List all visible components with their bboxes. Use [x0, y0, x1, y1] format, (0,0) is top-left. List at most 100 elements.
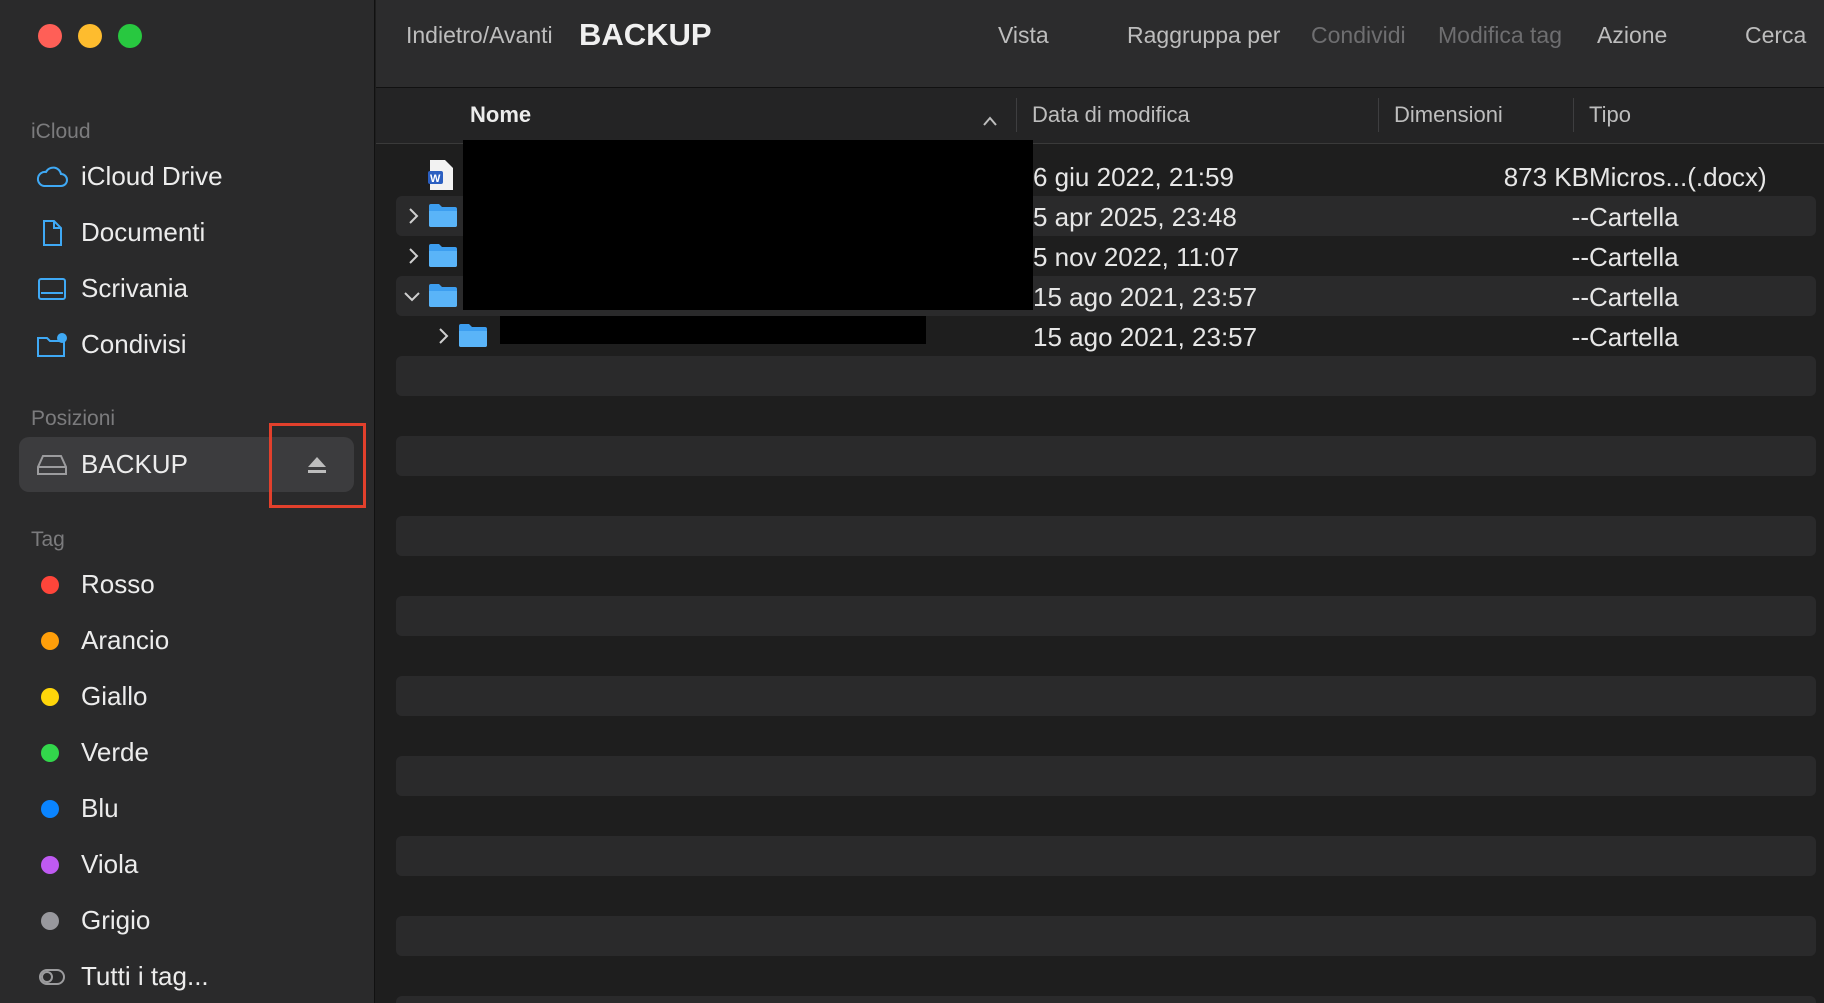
- row-stripe: [396, 436, 1816, 476]
- zoom-button[interactable]: [118, 24, 142, 48]
- folder-icon: [428, 242, 458, 275]
- file-size: --: [1571, 242, 1589, 272]
- search-button[interactable]: Cerca: [1745, 22, 1806, 49]
- tag-rosso[interactable]: Rosso: [19, 557, 354, 612]
- gray-dot-icon: [41, 911, 59, 930]
- tag-arancio[interactable]: Arancio: [19, 613, 354, 668]
- svg-text:W: W: [430, 173, 441, 185]
- section-title-locations: Posizioni: [31, 407, 116, 430]
- sidebar-item-label: Tutti i tag...: [81, 961, 209, 991]
- sidebar-item-label: Giallo: [81, 681, 148, 711]
- document-icon: [35, 218, 69, 248]
- yellow-dot-icon: [41, 687, 59, 706]
- tag-viola[interactable]: Viola: [19, 837, 354, 892]
- column-size[interactable]: Dimensioni: [1394, 102, 1503, 128]
- modified-date: 15 ago 2021, 23:57: [1033, 282, 1258, 312]
- all-tags-icon: [35, 962, 69, 992]
- action-button[interactable]: Azione: [1597, 22, 1667, 49]
- eject-highlight-box: [269, 423, 366, 508]
- chevron-right-icon[interactable]: [404, 204, 424, 228]
- file-size: --: [1571, 322, 1589, 352]
- share-button[interactable]: Condividi: [1311, 22, 1406, 49]
- row-stripe: [396, 516, 1816, 556]
- column-divider[interactable]: [1573, 98, 1574, 132]
- sidebar-item-condivisi[interactable]: Condivisi: [19, 317, 354, 372]
- back-forward-button[interactable]: Indietro/Avanti: [406, 22, 553, 49]
- modified-date: 5 nov 2022, 11:07: [1033, 242, 1240, 272]
- folder-icon: [428, 202, 458, 235]
- drive-icon: [35, 450, 69, 480]
- close-button[interactable]: [38, 24, 62, 48]
- section-title-tags: Tag: [31, 528, 65, 551]
- sidebar-item-label: Arancio: [81, 625, 170, 655]
- redacted-file-name: [500, 316, 926, 344]
- minimize-button[interactable]: [78, 24, 102, 48]
- chevron-right-icon[interactable]: [434, 324, 454, 348]
- column-header: Nome Data di modifica Dimensioni Tipo: [376, 88, 1824, 144]
- sidebar-item-label: Blu: [81, 793, 119, 823]
- sidebar-item-label: Verde: [81, 737, 149, 767]
- tag-verde[interactable]: Verde: [19, 725, 354, 780]
- row-stripe: [396, 756, 1816, 796]
- file-size: --: [1571, 282, 1589, 312]
- view-button[interactable]: Vista: [998, 22, 1049, 49]
- window-title: BACKUP: [579, 17, 712, 52]
- file-size: 873 KB: [1503, 162, 1589, 192]
- section-title-icloud: iCloud: [31, 120, 91, 143]
- sidebar-item-icloud-drive[interactable]: iCloud Drive: [19, 149, 354, 204]
- row-stripe: [396, 676, 1816, 716]
- cloud-icon: [35, 162, 69, 192]
- modified-date: 15 ago 2021, 23:57: [1033, 322, 1258, 352]
- file-kind: Cartella: [1589, 322, 1679, 352]
- sidebar-item-label: Condivisi: [81, 329, 187, 359]
- modified-date: 6 giu 2022, 21:59: [1033, 162, 1234, 192]
- chevron-right-icon[interactable]: [404, 244, 424, 268]
- sidebar-item-scrivania[interactable]: Scrivania: [19, 261, 354, 316]
- column-name[interactable]: Nome: [470, 102, 531, 128]
- word-document-icon: W: [428, 159, 454, 198]
- chevron-down-icon[interactable]: [402, 284, 422, 308]
- sort-ascending-icon[interactable]: [982, 106, 998, 132]
- tag-all-tags[interactable]: Tutti i tag...: [19, 949, 354, 1003]
- column-modified[interactable]: Data di modifica: [1032, 102, 1190, 128]
- folder-icon: [428, 282, 458, 315]
- purple-dot-icon: [41, 855, 59, 874]
- desktop-icon: [35, 274, 69, 304]
- sidebar-item-label: BACKUP: [81, 449, 188, 479]
- file-list: W 6 giu 2022, 21:59 873 KB Micros...(.do…: [376, 140, 1824, 1003]
- sidebar-item-label: iCloud Drive: [81, 161, 223, 191]
- sidebar-item-documenti[interactable]: Documenti: [19, 205, 354, 260]
- column-kind[interactable]: Tipo: [1589, 102, 1631, 128]
- column-divider[interactable]: [1378, 98, 1379, 132]
- toolbar: Indietro/Avanti BACKUP Vista Raggruppa p…: [376, 0, 1824, 88]
- row-stripe: [396, 916, 1816, 956]
- red-dot-icon: [41, 575, 59, 594]
- column-divider[interactable]: [1016, 98, 1017, 132]
- row-stripe: [396, 596, 1816, 636]
- file-kind: Cartella: [1589, 202, 1679, 232]
- sidebar-item-label: Scrivania: [81, 273, 188, 303]
- modified-date: 5 apr 2025, 23:48: [1033, 202, 1237, 232]
- sidebar: iCloud iCloud Drive Documenti Scrivania …: [0, 0, 375, 1003]
- tag-blu[interactable]: Blu: [19, 781, 354, 836]
- group-by-button[interactable]: Raggruppa per: [1127, 22, 1280, 49]
- edit-tags-button[interactable]: Modifica tag: [1438, 22, 1562, 49]
- folder-icon: [458, 322, 488, 355]
- file-kind: Cartella: [1589, 282, 1679, 312]
- row-stripe: [396, 996, 1816, 1003]
- blue-dot-icon: [41, 799, 59, 818]
- orange-dot-icon: [41, 631, 59, 650]
- sidebar-item-label: Rosso: [81, 569, 155, 599]
- file-size: --: [1571, 202, 1589, 232]
- window-controls: [38, 24, 142, 48]
- tag-grigio[interactable]: Grigio: [19, 893, 354, 948]
- file-kind: Micros...(.docx): [1589, 162, 1767, 192]
- file-kind: Cartella: [1589, 242, 1679, 272]
- shared-folder-icon: [35, 330, 69, 360]
- row-stripe: [396, 836, 1816, 876]
- sidebar-item-label: Documenti: [81, 217, 206, 247]
- green-dot-icon: [41, 743, 59, 762]
- redacted-file-names: [463, 140, 1033, 310]
- sidebar-item-label: Viola: [81, 849, 139, 879]
- tag-giallo[interactable]: Giallo: [19, 669, 354, 724]
